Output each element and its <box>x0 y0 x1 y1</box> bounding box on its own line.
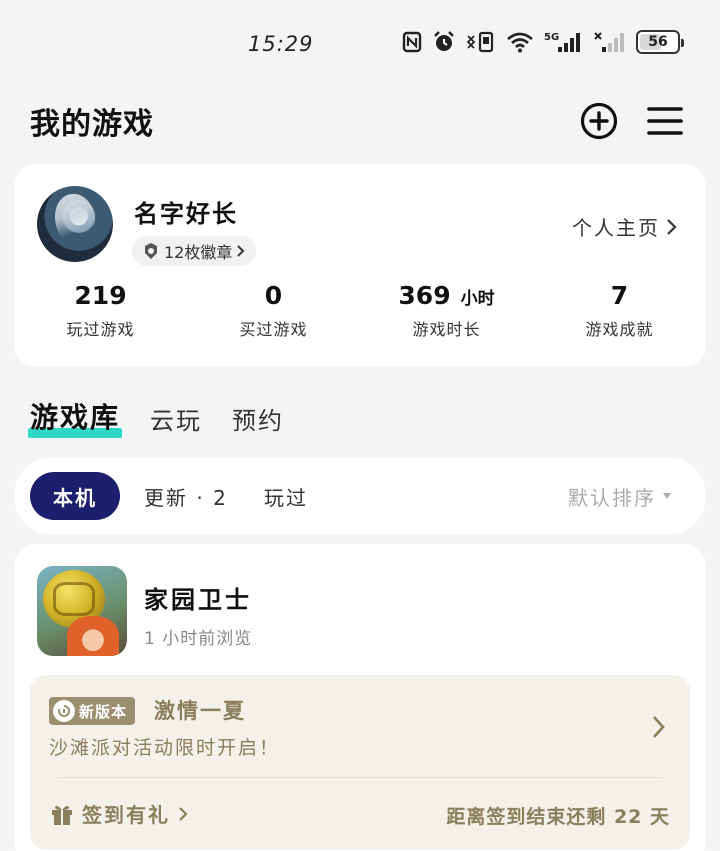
stat-label: 游戏时长 <box>412 320 481 339</box>
svg-text:5G: 5G <box>544 32 559 43</box>
badge-button[interactable]: 12枚徽章 <box>132 236 257 266</box>
page-header: 我的游戏 <box>30 96 686 146</box>
chevron-right-icon <box>237 245 245 257</box>
filter-local-chip[interactable]: 本机 <box>30 472 120 520</box>
chevron-right-icon <box>667 218 677 235</box>
chevron-right-icon <box>653 716 665 738</box>
stat-unit: 小时 <box>460 289 495 309</box>
stat-value: 7 <box>610 281 629 310</box>
stat-achievements[interactable]: 7 游戏成就 <box>533 278 706 348</box>
status-bar: 15:29 5G 56 <box>0 0 720 84</box>
stat-label: 游戏成就 <box>585 320 654 339</box>
game-card[interactable]: 家园卫士 1 小时前浏览 新版本 激情一夏 沙滩派对活动限时开启！ 签到有礼 距… <box>14 544 706 851</box>
add-game-button[interactable] <box>578 100 620 142</box>
game-art-character <box>67 616 119 656</box>
header-actions <box>578 100 686 142</box>
stat-play-time[interactable]: 369 小时 游戏时长 <box>360 278 533 348</box>
stat-value: 219 <box>74 281 127 310</box>
battery-icon: 56 <box>636 30 684 54</box>
page-title: 我的游戏 <box>30 107 154 142</box>
stat-games-played[interactable]: 219 玩过游戏 <box>14 278 187 348</box>
menu-icon <box>647 107 683 135</box>
filter-updates-chip[interactable]: 更新 · 2 <box>144 472 228 520</box>
promo-title: 激情一夏 <box>154 699 246 723</box>
avatar[interactable] <box>37 186 113 262</box>
homepage-link-label: 个人主页 <box>572 216 660 240</box>
medal-icon <box>145 243 157 259</box>
new-version-tag: 新版本 <box>49 697 136 725</box>
sort-dropdown[interactable]: 默认排序 <box>568 472 672 520</box>
checkin-countdown: 距离签到结束还剩 22 天 <box>446 806 670 828</box>
caret-down-icon <box>663 493 671 499</box>
promo-panel[interactable]: 新版本 激情一夏 沙滩派对活动限时开启！ 签到有礼 距离签到结束还剩 22 天 <box>30 675 690 850</box>
promo-description: 沙滩派对活动限时开启！ <box>49 737 281 759</box>
status-time: 15:29 <box>248 32 314 56</box>
vibrate-icon <box>466 31 494 53</box>
game-icon[interactable] <box>37 566 127 656</box>
alarm-icon <box>434 31 454 51</box>
gift-icon <box>52 805 72 825</box>
tab-game-library[interactable]: 游戏库 <box>27 396 123 438</box>
update-icon <box>53 700 75 722</box>
nfc-icon <box>402 31 422 53</box>
plus-circle-icon <box>580 102 618 140</box>
game-last-viewed: 1 小时前浏览 <box>144 629 253 649</box>
tab-cloud-play[interactable]: 云玩 <box>150 401 202 436</box>
stats-row: 219 玩过游戏 0 买过游戏 369 小时 游戏时长 7 游戏成就 <box>14 278 706 348</box>
promo-open-button[interactable] <box>652 715 666 743</box>
sort-label: 默认排序 <box>568 485 656 510</box>
checkin-reward-link[interactable]: 签到有礼 <box>50 799 188 828</box>
stat-value: 369 小时 <box>398 281 495 310</box>
stat-value: 0 <box>264 281 283 310</box>
status-icons: 5G 56 <box>402 28 684 56</box>
wifi-icon <box>507 32 533 53</box>
filter-played-chip[interactable]: 玩过 <box>264 472 308 520</box>
tab-reservations[interactable]: 预约 <box>232 401 284 436</box>
chevron-right-icon <box>179 806 188 821</box>
badge-count: 12枚徽章 <box>164 243 233 262</box>
stat-label: 玩过游戏 <box>66 320 135 339</box>
stat-label: 买过游戏 <box>239 320 308 339</box>
signal-icon <box>594 32 624 52</box>
profile-card: 名字好长 12枚徽章 个人主页 219 玩过游戏 0 买过游戏 369 小时 游戏… <box>14 164 706 367</box>
game-title: 家园卫士 <box>144 586 252 614</box>
new-version-label: 新版本 <box>79 702 128 721</box>
signal-5g-icon: 5G <box>544 32 580 52</box>
stat-games-bought[interactable]: 0 买过游戏 <box>187 278 360 348</box>
menu-button[interactable] <box>644 100 686 142</box>
divider <box>58 777 662 778</box>
homepage-link[interactable]: 个人主页 <box>572 212 678 241</box>
library-tabs: 游戏库 云玩 预约 <box>27 392 284 438</box>
filter-bar: 本机 更新 · 2 玩过 默认排序 <box>14 457 706 535</box>
username: 名字好长 <box>134 200 238 228</box>
checkin-label: 签到有礼 <box>82 803 170 827</box>
battery-level: 56 <box>648 34 668 50</box>
